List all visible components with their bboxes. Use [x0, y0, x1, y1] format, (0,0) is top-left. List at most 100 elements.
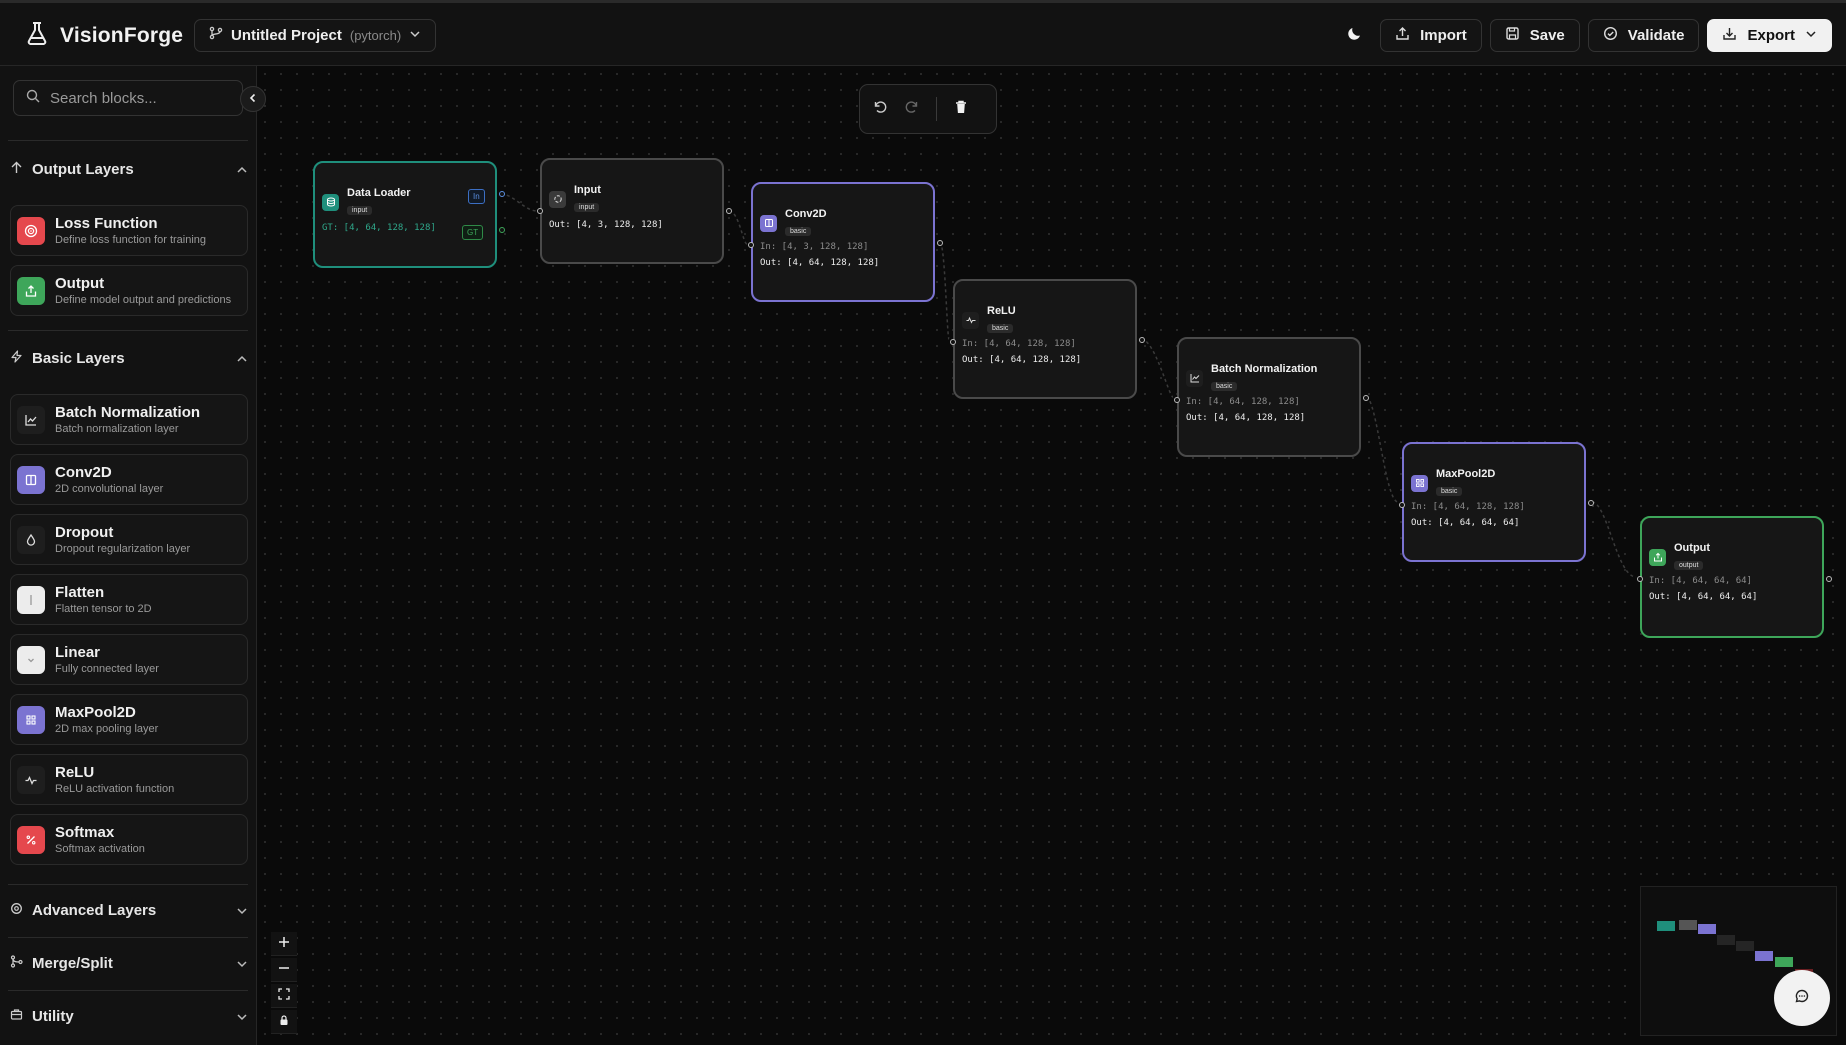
node-input-shape: In: [4, 64, 64, 64] — [1649, 576, 1752, 586]
block-item-batch-normalization[interactable]: Batch Normalization Batch normalization … — [10, 394, 248, 445]
lock-icon — [278, 1013, 290, 1031]
input-port[interactable] — [1399, 502, 1405, 508]
search-box[interactable] — [13, 80, 243, 116]
node-input-shape: In: [4, 64, 128, 128] — [1186, 397, 1300, 407]
block-description: Fully connected layer — [55, 662, 159, 675]
block-item-relu[interactable]: ReLU ReLU activation function — [10, 754, 248, 805]
git-branch-icon — [209, 26, 223, 45]
node-output-shape: Out: [4, 64, 128, 128] — [760, 258, 880, 268]
gt-port-tag: GT — [462, 225, 484, 240]
section-utility[interactable]: Utility — [10, 1004, 248, 1028]
redo-icon[interactable] — [904, 99, 920, 120]
project-selector[interactable]: Untitled Project (pytorch) — [194, 19, 437, 52]
node-conv2d[interactable]: Conv2D basic In: [4, 3, 128, 128] Out: [… — [748, 182, 943, 302]
minimap-node — [1775, 957, 1793, 967]
trash-icon[interactable] — [953, 99, 969, 120]
output-port[interactable] — [1826, 576, 1832, 582]
node-data-loader[interactable]: Data Loader input GT: [4, 64, 128, 128] … — [313, 161, 505, 268]
block-description: Batch normalization layer — [55, 422, 179, 435]
chevron-down-icon — [17, 645, 45, 674]
cog-icon — [10, 902, 23, 919]
input-port[interactable] — [950, 339, 956, 345]
fit-view-button[interactable] — [271, 984, 297, 1008]
input-port[interactable] — [1174, 397, 1180, 403]
node-input[interactable]: Input input Out: [4, 3, 128, 128] — [537, 158, 732, 264]
output-port[interactable] — [499, 227, 505, 233]
section-merge-split[interactable]: Merge/Split — [10, 951, 248, 975]
save-button[interactable]: Save — [1489, 19, 1580, 52]
output-port[interactable] — [499, 191, 505, 197]
chat-button[interactable] — [1774, 970, 1830, 1026]
zoom-in-button[interactable] — [271, 932, 297, 956]
undo-icon[interactable] — [872, 99, 888, 120]
collapse-sidebar-button[interactable] — [240, 86, 266, 112]
arrow-up-icon — [10, 161, 23, 178]
block-title: Output — [55, 274, 105, 292]
layers-box-icon — [17, 465, 45, 494]
node-badge: output — [1674, 561, 1704, 570]
block-item-dropout[interactable]: Dropout Dropout regularization layer — [10, 514, 248, 565]
block-item-flatten[interactable]: Flatten Flatten tensor to 2D — [10, 574, 248, 625]
node-maxpool2d[interactable]: MaxPool2D basic In: [4, 64, 128, 128] Ou… — [1399, 442, 1594, 562]
node-header: Output output — [1649, 542, 1815, 572]
minimap-node — [1755, 951, 1773, 961]
theme-toggle-button[interactable] — [1338, 19, 1372, 52]
block-title: ReLU — [55, 763, 95, 781]
toolbar-separator — [936, 97, 937, 121]
block-item-maxpool2d[interactable]: MaxPool2D 2D max pooling layer — [10, 694, 248, 745]
block-title: Linear — [55, 643, 101, 661]
percent-icon — [17, 825, 45, 854]
output-port[interactable] — [726, 208, 732, 214]
output-port[interactable] — [1363, 395, 1369, 401]
validate-button[interactable]: Validate — [1587, 19, 1700, 52]
refresh-icon — [549, 190, 566, 208]
zoom-out-button[interactable] — [271, 958, 297, 982]
input-port[interactable] — [748, 242, 754, 248]
git-merge-icon — [10, 954, 23, 972]
node-badge: input — [347, 206, 373, 215]
node-badge: input — [574, 203, 600, 212]
output-port[interactable] — [937, 240, 943, 246]
block-item-linear[interactable]: Linear Fully connected layer — [10, 634, 248, 685]
export-button[interactable]: Export — [1707, 19, 1832, 52]
node-batch-normalization[interactable]: Batch Normalization basic In: [4, 64, 12… — [1174, 337, 1369, 457]
block-item-softmax[interactable]: Softmax Softmax activation — [10, 814, 248, 865]
activity-icon — [962, 311, 979, 329]
search-input[interactable] — [50, 89, 230, 107]
header-actions: Import Save Validate Export — [1338, 19, 1832, 52]
graph-canvas[interactable]: Data Loader input GT: [4, 64, 128, 128] … — [257, 66, 1846, 1045]
divider — [8, 140, 248, 141]
node-title: MaxPool2D — [1436, 468, 1496, 480]
input-port-tag: In — [468, 189, 485, 204]
canvas-toolbar — [859, 84, 997, 134]
node-relu[interactable]: ReLU basic In: [4, 64, 128, 128] Out: [4… — [950, 279, 1145, 399]
edge-input-conv — [728, 210, 748, 245]
block-title: Dropout — [55, 523, 114, 541]
check-circle-icon — [1603, 26, 1618, 45]
node-output-shape: Out: [4, 64, 128, 128] — [962, 355, 1082, 365]
grid-icon — [1411, 474, 1428, 492]
input-port[interactable] — [1637, 576, 1643, 582]
section-output-layers[interactable]: Output Layers — [10, 157, 248, 181]
output-port[interactable] — [1139, 337, 1145, 343]
minimap-node — [1717, 935, 1735, 945]
block-item-loss-function[interactable]: Loss Function Define loss function for t… — [10, 205, 248, 256]
section-advanced-layers[interactable]: Advanced Layers — [10, 898, 248, 922]
lock-button[interactable] — [271, 1010, 297, 1034]
brand[interactable]: VisionForge — [26, 21, 183, 50]
section-basic-layers[interactable]: Basic Layers — [10, 346, 248, 370]
import-button[interactable]: Import — [1380, 19, 1482, 52]
chevron-up-icon — [236, 163, 248, 180]
block-description: Dropout regularization layer — [55, 542, 191, 555]
block-item-conv2d[interactable]: Conv2D 2D convolutional layer — [10, 454, 248, 505]
flask-icon — [26, 21, 48, 50]
output-port[interactable] — [1588, 500, 1594, 506]
input-port[interactable] — [537, 208, 543, 214]
upload-icon — [1395, 26, 1410, 45]
block-description: Define loss function for training — [55, 233, 207, 246]
block-item-output[interactable]: Output Define model output and predictio… — [10, 265, 248, 316]
plus-icon — [278, 935, 290, 953]
node-output[interactable]: Output output In: [4, 64, 64, 64] Out: [… — [1637, 516, 1832, 638]
node-title: Input — [574, 184, 601, 196]
block-title: Softmax — [55, 823, 115, 841]
